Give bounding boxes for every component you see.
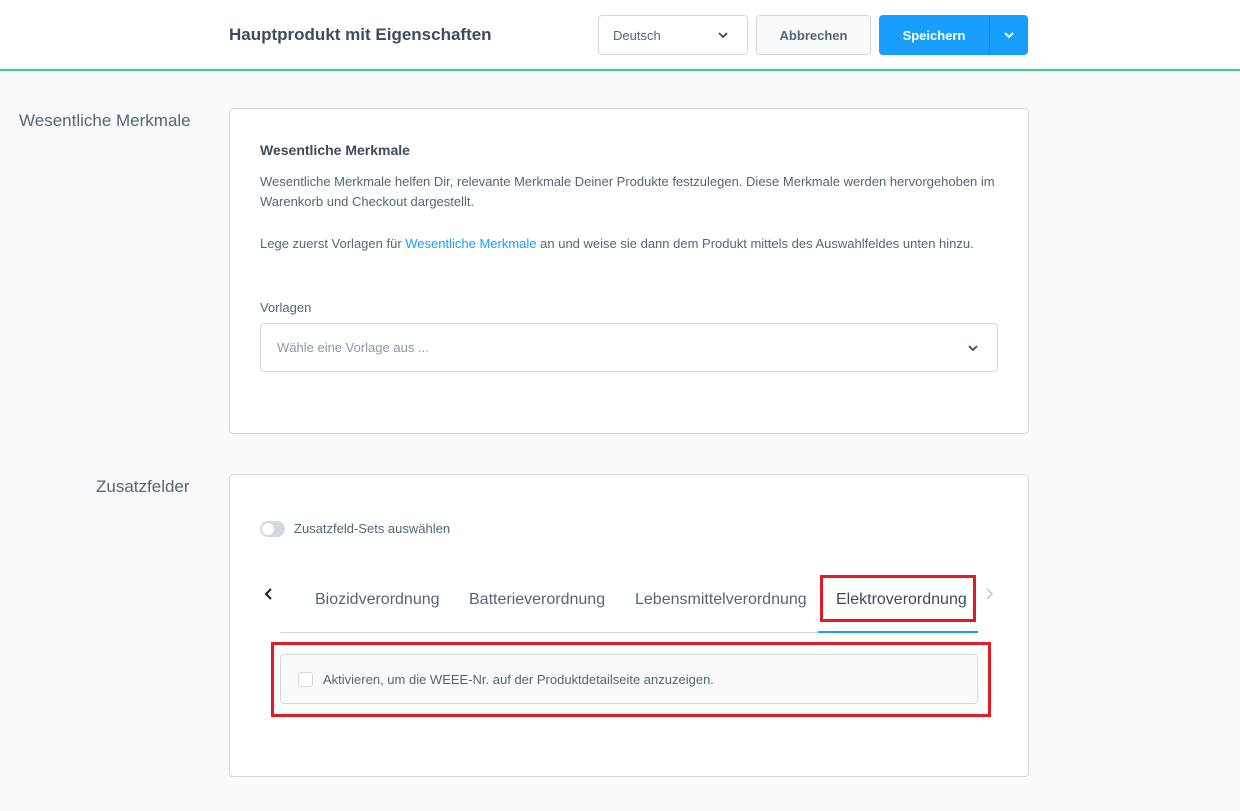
custom-field-sets-toggle-label: Zusatzfeld-Sets auswählen xyxy=(294,521,451,536)
language-select[interactable]: Deutsch xyxy=(598,15,748,55)
chevron-down-icon xyxy=(968,345,978,352)
hint-text-before: Lege zuerst Vorlagen für xyxy=(260,236,406,251)
chevron-left-icon[interactable] xyxy=(262,587,276,601)
tab-biocide[interactable]: Biozidverordnung xyxy=(315,591,440,609)
highlight-box-weee xyxy=(271,642,991,717)
hint-text-after: an und weise sie dann dem Produkt mittel… xyxy=(536,236,974,251)
save-button[interactable]: Speichern xyxy=(879,15,989,55)
top-bar: Hauptprodukt mit Eigenschaften Deutsch A… xyxy=(0,0,1240,71)
card-description: Wesentliche Merkmale helfen Dir, relevan… xyxy=(260,174,995,209)
templates-select-placeholder: Wähle eine Vorlage aus ... xyxy=(277,340,429,355)
tab-food[interactable]: Lebensmittelverordnung xyxy=(635,591,807,609)
card-hint: Lege zuerst Vorlagen für Wesentliche Mer… xyxy=(260,236,974,251)
chevron-right-icon[interactable] xyxy=(982,587,996,601)
essential-features-card: Wesentliche Merkmale Wesentliche Merkmal… xyxy=(229,108,1029,434)
section-label-custom-fields: Zusatzfelder xyxy=(96,477,190,496)
chevron-down-icon xyxy=(718,32,728,39)
chevron-down-icon xyxy=(1004,32,1014,39)
custom-fields-card: Zusatzfeld-Sets auswählen Biozidverordnu… xyxy=(229,474,1029,777)
save-options-button[interactable] xyxy=(989,15,1028,55)
cancel-button[interactable]: Abbrechen xyxy=(756,15,871,55)
tab-battery[interactable]: Batterieverordnung xyxy=(469,591,605,609)
page-title: Hauptprodukt mit Eigenschaften xyxy=(229,25,492,44)
templates-select[interactable]: Wähle eine Vorlage aus ... xyxy=(260,323,998,372)
active-tab-indicator xyxy=(818,631,978,633)
language-select-value: Deutsch xyxy=(613,28,661,43)
templates-label: Vorlagen xyxy=(260,300,312,315)
toggle-knob xyxy=(262,523,274,535)
custom-field-sets-toggle[interactable] xyxy=(260,521,285,537)
section-label-essential-features: Wesentliche Merkmale xyxy=(19,111,191,130)
card-heading: Wesentliche Merkmale xyxy=(260,142,410,158)
essential-features-link[interactable]: Wesentliche Merkmale xyxy=(405,236,536,251)
highlight-box-tab xyxy=(820,575,976,622)
